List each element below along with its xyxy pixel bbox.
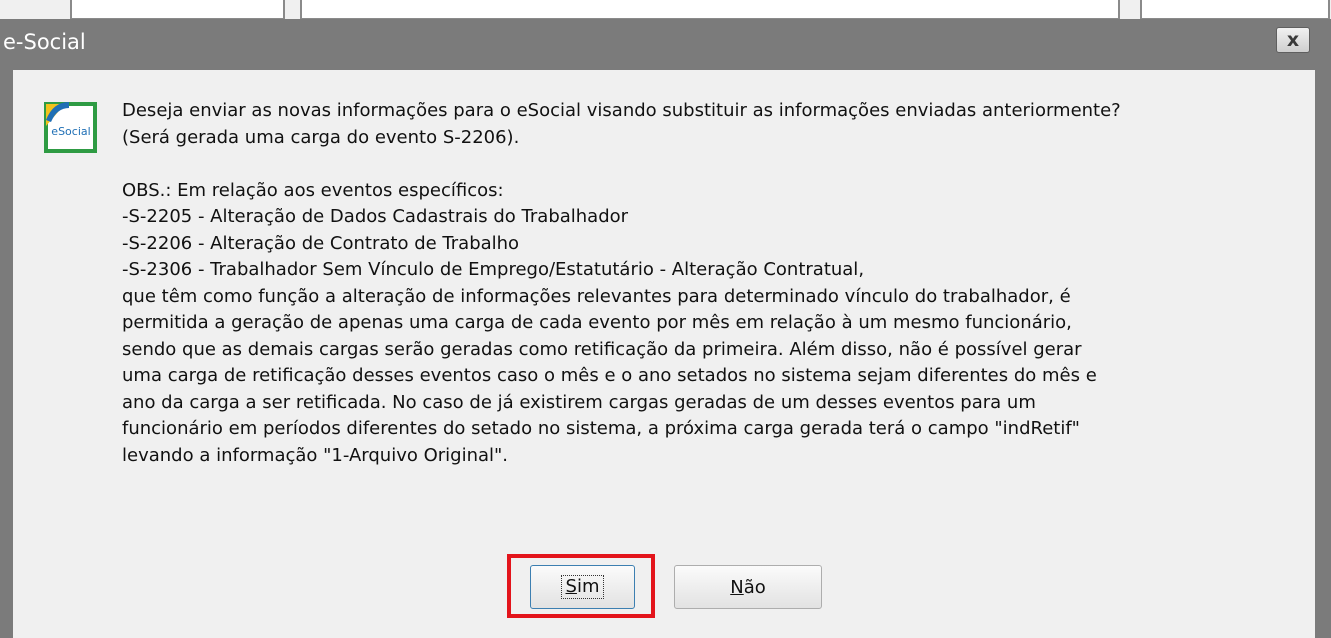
yes-button-label: Sim (560, 575, 605, 599)
dialog-message: Deseja enviar as novas informações para … (122, 98, 1302, 469)
message-line: permitida a geração de apenas uma carga … (122, 312, 1072, 333)
message-line: levando a informação "1-Arquivo Original… (122, 444, 509, 466)
message-line: (Será gerada uma carga do evento S-2206)… (122, 126, 520, 148)
message-line: ano da carga a ser retificada. No caso d… (122, 391, 1036, 413)
no-button-label: Não (730, 576, 766, 598)
background-field (1140, 0, 1330, 20)
svg-text:eSocial: eSocial (51, 125, 90, 138)
background-window (0, 0, 1331, 20)
message-line: Deseja enviar as novas informações para … (122, 100, 1121, 121)
no-button[interactable]: Não (674, 565, 822, 609)
message-line: sendo que as demais cargas serão geradas… (122, 338, 1082, 360)
background-field (300, 0, 1120, 20)
message-line: -S-2306 - Trabalhador Sem Vínculo de Emp… (122, 259, 865, 280)
esocial-logo-icon: eSocial (43, 98, 99, 154)
message-line: que têm como função a alteração de infor… (122, 285, 1071, 307)
yes-button[interactable]: Sim (530, 565, 635, 609)
background-field (70, 0, 285, 20)
message-line: OBS.: Em relação aos eventos específicos… (122, 179, 504, 201)
dialog-body: eSocial Deseja enviar as novas informaçõ… (13, 70, 1315, 638)
dialog-title: e-Social (3, 30, 86, 54)
close-icon: x (1286, 29, 1300, 51)
close-button[interactable]: x (1276, 27, 1310, 53)
message-line: uma carga de retificação desses eventos … (122, 365, 1097, 386)
esocial-dialog: e-Social x eSocial Deseja enviar as nova… (0, 19, 1331, 638)
message-line: funcionário em períodos diferentes do se… (122, 418, 1080, 439)
dialog-titlebar[interactable]: e-Social x (0, 19, 1331, 70)
message-line: -S-2205 - Alteração de Dados Cadastrais … (122, 206, 629, 227)
message-line: -S-2206 - Alteração de Contrato de Traba… (122, 232, 520, 254)
